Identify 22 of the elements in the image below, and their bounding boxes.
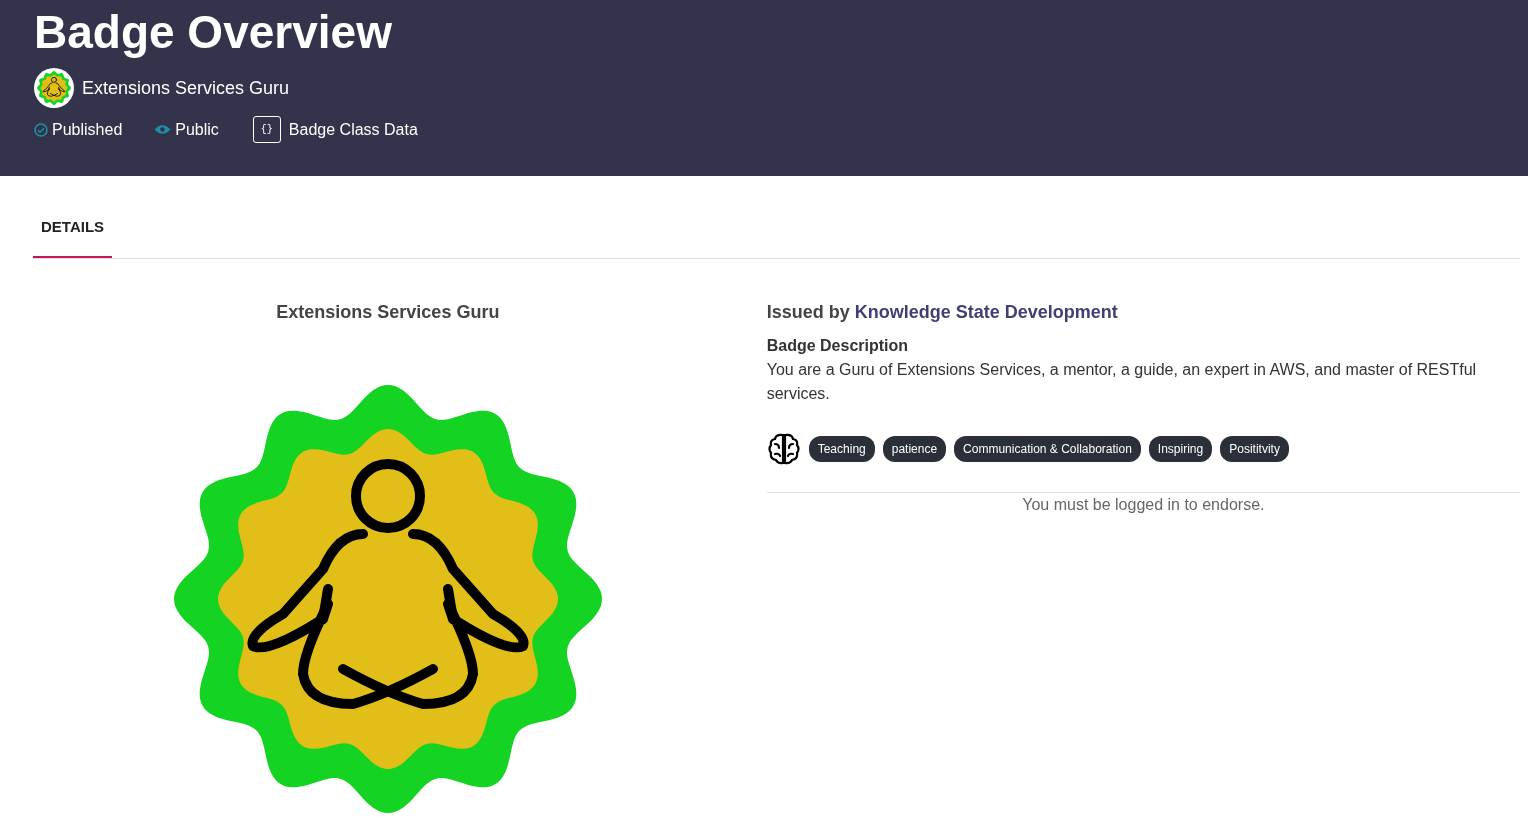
- skill-tag: Posititvity: [1220, 435, 1289, 462]
- check-circle-icon: [34, 122, 48, 137]
- skill-tag: Communication & Collaboration: [954, 435, 1141, 462]
- skill-tag: patience: [882, 435, 947, 462]
- badge-icon: [37, 71, 71, 105]
- issuer-line: Issued by Knowledge State Development: [766, 300, 1119, 324]
- endorse-note: You must be logged in to endorse.: [1021, 494, 1266, 515]
- tab[interactable]: DETAILS: [33, 206, 113, 258]
- braces-icon: {}: [252, 116, 281, 143]
- eye-icon: [154, 124, 172, 135]
- status-label: Public: [175, 119, 219, 140]
- description-text: You are a Guru of Extensions Services, a mentor, a guide, an expert in AWS, and master of RESTful services.: [766, 359, 1478, 404]
- skill-tag: Inspiring: [1148, 435, 1213, 462]
- skill-tag: Teaching: [808, 435, 875, 462]
- description-heading: Badge Description: [766, 335, 910, 356]
- status-label[interactable]: Badge Class Data: [288, 117, 418, 142]
- badge-name: Extensions Services Guru: [82, 76, 290, 100]
- brain-icon: [766, 431, 801, 466]
- issuer-link[interactable]: Knowledge State Development: [854, 301, 1118, 322]
- page-title: Badge Overview: [34, 5, 393, 60]
- status-label: Published: [52, 119, 123, 140]
- badge-title: Extensions Services Guru: [276, 300, 500, 324]
